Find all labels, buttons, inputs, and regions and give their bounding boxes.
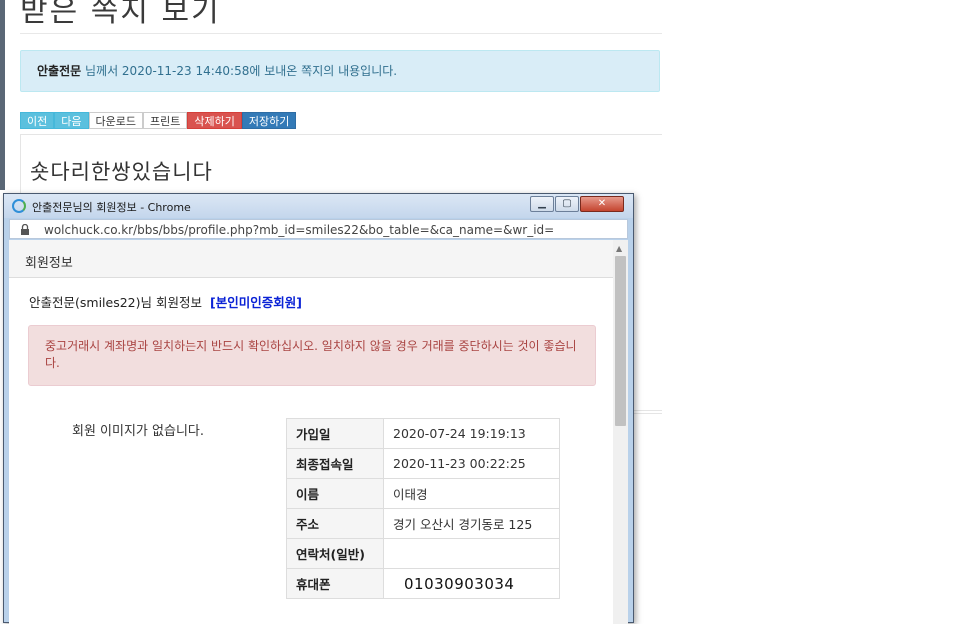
table-row: 휴대폰 01030903034 xyxy=(286,568,560,599)
row-value: 01030903034 xyxy=(383,568,560,599)
row-label: 이름 xyxy=(286,478,384,509)
row-value: 2020-07-24 19:19:13 xyxy=(383,418,560,449)
left-edge-stripe xyxy=(0,0,5,190)
page-title: 받은 쪽지 보기 xyxy=(20,0,221,29)
row-label: 휴대폰 xyxy=(286,568,384,599)
profile-popup-window: 안출전문님의 회원정보 - Chrome ▁ ▢ ✕ wolchuck.co.k… xyxy=(3,193,634,624)
popup-content: 회원정보 안출전문(smiles22)님 회원정보 [본인미인증회원] 중고거래시… xyxy=(9,240,628,624)
verification-badge: [본인미인증회원] xyxy=(209,295,302,310)
save-button[interactable]: 저장하기 xyxy=(241,112,297,129)
minimize-button[interactable]: ▁ xyxy=(530,196,554,212)
row-value: 경기 오산시 경기동로 125 xyxy=(383,508,560,539)
scrollbar-thumb[interactable] xyxy=(615,256,626,426)
message-toolbar: 이전 다음 다운로드 프린트 삭제하기 저장하기 xyxy=(20,112,297,129)
close-button[interactable]: ✕ xyxy=(580,196,624,212)
download-button[interactable]: 다운로드 xyxy=(88,112,143,129)
row-label: 주소 xyxy=(286,508,384,539)
next-button[interactable]: 다음 xyxy=(54,112,89,129)
table-row: 가입일 2020-07-24 19:19:13 xyxy=(286,418,560,449)
table-row: 주소 경기 오산시 경기동로 125 xyxy=(286,508,560,539)
popup-titlebar[interactable]: 안출전문님의 회원정보 - Chrome ▁ ▢ ✕ xyxy=(4,194,633,218)
sender-name[interactable]: 안출전문 xyxy=(37,64,81,78)
maximize-button[interactable]: ▢ xyxy=(555,196,579,212)
vertical-scrollbar[interactable]: ▲ xyxy=(613,240,628,624)
url-text: wolchuck.co.kr/bbs/bbs/profile.php?mb_id… xyxy=(44,223,555,237)
scroll-up-arrow-icon[interactable]: ▲ xyxy=(616,244,622,253)
profile-heading: 안출전문(smiles22)님 회원정보 [본인미인증회원] xyxy=(29,292,302,311)
print-button[interactable]: 프린트 xyxy=(142,112,188,129)
prev-button[interactable]: 이전 xyxy=(20,112,55,129)
lock-icon xyxy=(21,224,29,235)
row-value: 2020-11-23 00:22:25 xyxy=(383,448,560,479)
table-row: 이름 이태경 xyxy=(286,478,560,509)
row-label: 최종접속일 xyxy=(286,448,384,479)
member-info-table: 가입일 2020-07-24 19:19:13 최종접속일 2020-11-23… xyxy=(286,418,560,599)
trade-warning-alert: 중고거래시 계좌명과 일치하는지 반드시 확인하십시오. 일치하지 않을 경우 … xyxy=(28,325,596,386)
panel-heading: 회원정보 xyxy=(9,240,613,278)
row-value xyxy=(383,538,560,569)
no-member-image-text: 회원 이미지가 없습니다. xyxy=(72,424,204,439)
row-label: 연락처(일반) xyxy=(286,538,384,569)
table-row: 연락처(일반) xyxy=(286,538,560,569)
alert-text-mid: 님께서 xyxy=(81,64,122,78)
profile-name: 안출전문(smiles22)님 회원정보 xyxy=(29,295,202,310)
row-label: 가입일 xyxy=(286,418,384,449)
message-info-alert: 안출전문 님께서 2020-11-23 14:40:58에 보내온 쪽지의 내용… xyxy=(20,50,660,92)
message-title: 숏다리한쌍있습니다 xyxy=(30,160,213,184)
title-divider xyxy=(20,33,662,34)
background-divider xyxy=(634,410,662,411)
delete-button[interactable]: 삭제하기 xyxy=(187,112,242,129)
table-row: 최종접속일 2020-11-23 00:22:25 xyxy=(286,448,560,479)
chrome-icon xyxy=(12,199,26,213)
alert-text-tail: 에 보내온 쪽지의 내용입니다. xyxy=(249,64,398,78)
popup-window-title: 안출전문님의 회원정보 - Chrome xyxy=(32,201,191,214)
sent-datetime: 2020-11-23 14:40:58 xyxy=(121,64,250,78)
address-bar[interactable]: wolchuck.co.kr/bbs/bbs/profile.php?mb_id… xyxy=(9,219,628,239)
row-value: 이태경 xyxy=(383,478,560,509)
